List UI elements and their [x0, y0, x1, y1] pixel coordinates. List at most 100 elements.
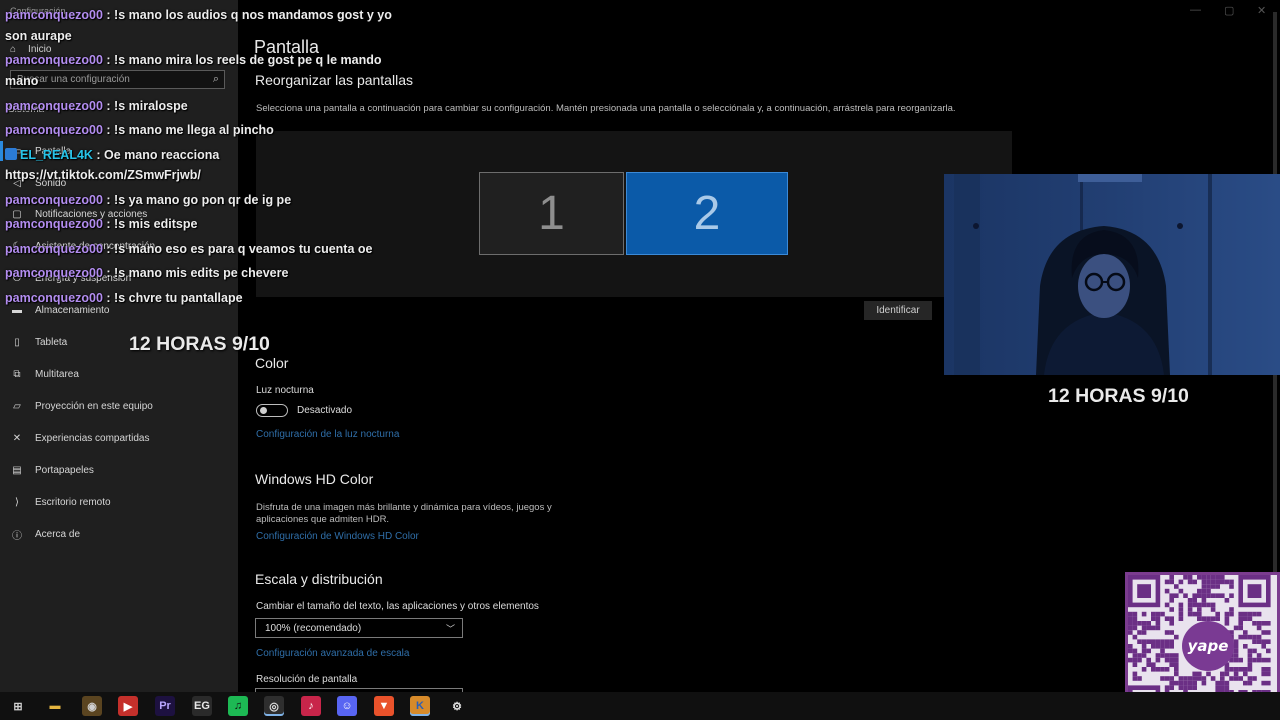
- search-icon: ⌕: [212, 73, 219, 85]
- sidebar-item-label: Multitarea: [35, 368, 79, 380]
- youtube-icon[interactable]: ▶: [118, 696, 138, 716]
- chat-message: pamconquezo00 : !s chvre tu pantallape: [5, 291, 243, 305]
- night-light-label: Luz nocturna: [256, 385, 314, 396]
- webcam-feed: [944, 174, 1280, 375]
- taskbar: ⊞ ▬ ◉ ▶ Pr EG ♫ ◎ ♪ ☺ ▼ K ⚙: [0, 692, 1280, 720]
- sidebar-item-label: Experiencias compartidas: [35, 432, 150, 444]
- tiktok-icon[interactable]: ♪: [301, 696, 321, 716]
- monitor-2-selected[interactable]: 2: [626, 172, 788, 255]
- chat-message: pamconquezo00 : !s mano me llega al pinc…: [5, 123, 274, 137]
- close-button[interactable]: ✕: [1257, 4, 1266, 17]
- scale-title: Escala y distribución: [255, 571, 383, 587]
- sidebar-item-acerca-de[interactable]: ⓘ Acerca de: [10, 526, 80, 542]
- sidebar-item-label: Acerca de: [35, 528, 81, 540]
- chat-username: pamconquezo00: [5, 193, 103, 207]
- chat-username: pamconquezo00: [5, 266, 103, 280]
- chat-message: https://vt.tiktok.com/ZSmwFrjwb/: [5, 168, 201, 182]
- chat-text: : !s mano los audios q nos mandamos gost…: [102, 8, 392, 22]
- clipboard-icon: ▤: [12, 464, 22, 476]
- stream-goal-text-right: 12 HORAS 9/10: [1048, 385, 1189, 407]
- minimize-button[interactable]: —: [1190, 4, 1201, 16]
- sidebar-item-label: Almacenamiento: [35, 304, 110, 316]
- chat-text: : !s chvre tu pantallape: [102, 291, 243, 305]
- hdr-settings-link[interactable]: Configuración de Windows HD Color: [256, 531, 419, 542]
- chat-username: pamconquezo00: [5, 123, 103, 137]
- color-title: Color: [255, 355, 289, 371]
- chat-text: son aurape: [5, 29, 72, 43]
- sidebar-item-label: Proyección en este equipo: [35, 400, 153, 412]
- chat-text: : !s miralospe: [102, 99, 188, 113]
- chat-text: : Oe mano reacciona: [92, 148, 220, 162]
- tablet-icon: ▯: [14, 336, 20, 348]
- chat-text: mano: [5, 74, 39, 88]
- start-icon[interactable]: ⊞: [8, 696, 28, 716]
- chat-username: pamconquezo00: [5, 242, 103, 256]
- hdr-title: Windows HD Color: [255, 471, 374, 487]
- scale-value: 100% (recomendado): [265, 623, 362, 634]
- subscriber-badge-icon: [5, 148, 17, 160]
- monitor-1[interactable]: 1: [479, 172, 624, 255]
- storage-icon: ▬: [12, 304, 22, 316]
- chat-username: pamconquezo00: [5, 291, 103, 305]
- chat-text: : !s mano mis edits pe chevere: [102, 266, 289, 280]
- chat-message: pamconquezo00 : !s mano eso es para q ve…: [5, 242, 372, 256]
- chat-text: : !s mis editspe: [102, 217, 198, 231]
- night-light-toggle[interactable]: [256, 404, 288, 417]
- toggle-state: Desactivado: [297, 405, 353, 416]
- identify-button[interactable]: Identificar: [864, 301, 932, 320]
- resolution-label: Resolución de pantalla: [256, 674, 358, 685]
- chat-username: pamconquezo00: [5, 217, 103, 231]
- chat-text: : !s mano eso es para q veamos tu cuenta…: [102, 242, 373, 256]
- chat-text: : !s ya mano go pon qr de ig pe: [102, 193, 292, 207]
- hdr-description-line-2: aplicaciones que admiten HDR.: [256, 514, 390, 525]
- rearrange-description: Selecciona una pantalla a continuación p…: [256, 103, 956, 114]
- rearrange-title: Reorganizar las pantallas: [255, 72, 413, 88]
- obs-icon[interactable]: ◉: [82, 696, 102, 716]
- spotify-icon[interactable]: ♫: [228, 696, 248, 716]
- sidebar-item-experiencias[interactable]: ✕ Experiencias compartidas: [10, 430, 150, 446]
- steam-icon[interactable]: ◎: [264, 696, 284, 716]
- sidebar-item-escritorio-remoto[interactable]: ⟩ Escritorio remoto: [10, 494, 111, 510]
- chat-text: : !s mano mira los reels de gost pe q le…: [102, 53, 382, 67]
- scale-dropdown[interactable]: 100% (recomendado) ﹀: [255, 618, 463, 638]
- chat-link-text: https://vt.tiktok.com/ZSmwFrjwb/: [5, 168, 201, 182]
- sidebar-item-label: Escritorio remoto: [35, 496, 111, 508]
- chevron-down-icon: ﹀: [445, 624, 455, 634]
- sidebar-item-portapapeles[interactable]: ▤ Portapapeles: [10, 462, 94, 478]
- discord-icon[interactable]: ☺: [337, 696, 357, 716]
- chat-message: pamconquezo00 : !s mano mira los reels d…: [5, 53, 381, 67]
- sidebar-item-tableta[interactable]: ▯ Tableta: [10, 334, 67, 350]
- projection-icon: ▱: [13, 400, 21, 412]
- chat-message: pamconquezo00 : !s miralospe: [5, 99, 188, 113]
- chat-username: pamconquezo00: [5, 8, 103, 22]
- advanced-scale-link[interactable]: Configuración avanzada de escala: [256, 648, 409, 659]
- chat-message: pamconquezo00 : !s mano los audios q nos…: [5, 8, 392, 22]
- file-explorer-icon[interactable]: ▬: [45, 696, 65, 716]
- yape-logo: yape: [1182, 621, 1234, 671]
- night-light-settings-link[interactable]: Configuración de la luz nocturna: [256, 429, 399, 440]
- multitask-icon: ⧉: [13, 368, 21, 380]
- sidebar-item-multitarea[interactable]: ⧉ Multitarea: [10, 366, 79, 382]
- brave-icon[interactable]: ▼: [374, 696, 394, 716]
- maximize-button[interactable]: ▢: [1224, 4, 1234, 17]
- sidebar-item-label: Portapapeles: [35, 464, 94, 476]
- chat-message: EL_REAL4K : Oe mano reacciona: [5, 148, 219, 162]
- chat-username: EL_REAL4K: [20, 148, 93, 162]
- chat-message: pamconquezo00 : !s mis editspe: [5, 217, 197, 231]
- settings-search-input[interactable]: Buscar una configuración ⌕: [10, 70, 225, 89]
- sidebar-item-label: Tableta: [35, 336, 68, 348]
- settings-icon[interactable]: ⚙: [447, 696, 467, 716]
- sidebar-item-proyeccion[interactable]: ▱ Proyección en este equipo: [10, 398, 153, 414]
- chat-message: pamconquezo00 : !s mano mis edits pe che…: [5, 266, 288, 280]
- webcam-image: [944, 174, 1280, 375]
- scale-change-label: Cambiar el tamaño del texto, las aplicac…: [256, 601, 539, 612]
- stream-goal-text: 12 HORAS 9/10: [129, 333, 270, 355]
- toggle-knob: [260, 407, 267, 414]
- epic-games-icon[interactable]: EG: [192, 696, 212, 716]
- chat-message: mano: [5, 74, 38, 88]
- chat-text: : !s mano me llega al pincho: [102, 123, 274, 137]
- kodi-icon[interactable]: K: [410, 696, 430, 716]
- shared-icon: ✕: [12, 432, 22, 444]
- premiere-icon[interactable]: Pr: [155, 696, 175, 716]
- chat-message: son aurape: [5, 29, 72, 43]
